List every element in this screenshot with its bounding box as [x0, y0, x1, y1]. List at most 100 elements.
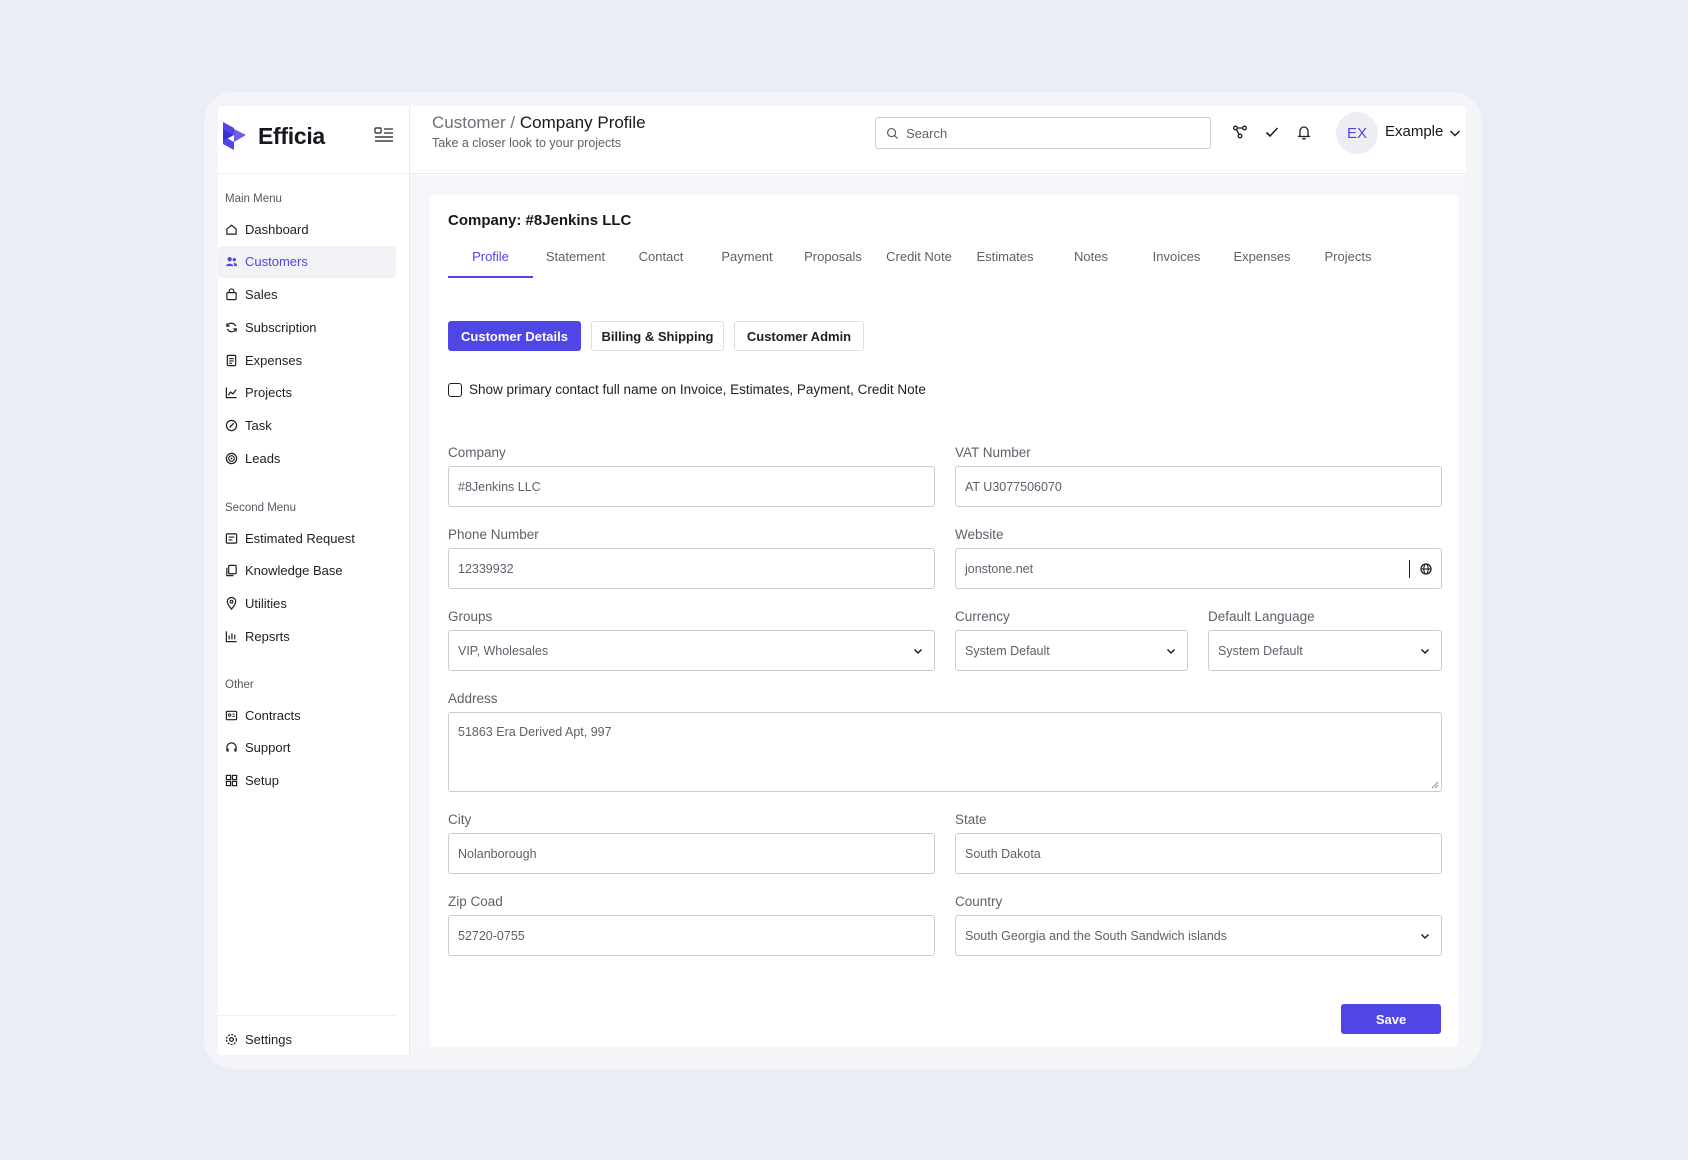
billing-shipping-button[interactable]: Billing & Shipping	[591, 321, 724, 351]
sidebar-item-expenses[interactable]: Expenses	[218, 344, 396, 376]
company-title: Company: #8Jenkins LLC	[448, 212, 632, 229]
sidebar-item-label: Task	[245, 418, 272, 434]
address-textarea[interactable]: 51863 Era Derived Apt, 997	[448, 712, 1442, 792]
second-menu-title: Second Menu	[225, 502, 296, 514]
phone-number-field[interactable]: 12339932	[448, 548, 935, 589]
breadcrumb-current: Company Profile	[519, 113, 646, 132]
efficia-logo-icon	[223, 122, 246, 150]
avatar[interactable]: EX	[1336, 112, 1378, 154]
tab-estimates[interactable]: Estimates	[962, 247, 1048, 278]
state-label: State	[955, 812, 987, 827]
top-header: Customer / Company Profile Take a closer…	[410, 106, 1466, 174]
city-label: City	[448, 812, 472, 827]
city-field[interactable]: Nolanborough	[448, 833, 935, 874]
search-placeholder: Search	[906, 125, 948, 141]
zip-code-field[interactable]: 52720-0755	[448, 915, 935, 956]
globe-icon[interactable]	[1419, 562, 1433, 576]
target-icon	[225, 452, 238, 465]
tab-expenses[interactable]: Expenses	[1219, 247, 1305, 278]
sidebar-item-subscription[interactable]: Subscription	[218, 311, 396, 343]
company-label: Company	[448, 445, 506, 460]
home-icon	[225, 223, 238, 236]
user-name[interactable]: Example	[1385, 123, 1443, 140]
tab-projects[interactable]: Projects	[1305, 247, 1391, 278]
customer-details-button[interactable]: Customer Details	[448, 321, 581, 351]
sidebar-item-knowledge-base[interactable]: Knowledge Base	[218, 555, 396, 587]
sidebar-item-label: Estimated Request	[245, 530, 355, 546]
country-select[interactable]: South Georgia and the South Sandwich isl…	[955, 915, 1442, 956]
sidebar-item-label: Leads	[245, 451, 281, 467]
sidebar-item-leads[interactable]: Leads	[218, 443, 396, 475]
second-menu: Estimated Request Knowledge Base Utiliti…	[218, 522, 396, 653]
tab-contact[interactable]: Contact	[618, 247, 704, 278]
sidebar-item-settings[interactable]: Settings	[218, 1023, 396, 1055]
main-menu-title: Main Menu	[225, 193, 282, 205]
primary-contact-option: Show primary contact full name on Invoic…	[448, 382, 926, 397]
shopping-bag-icon	[225, 288, 238, 301]
brand[interactable]: Efficia	[220, 116, 325, 156]
sidebar-item-customers[interactable]: Customers	[218, 245, 396, 278]
groups-label: Groups	[448, 609, 493, 624]
share-nodes-icon[interactable]	[1231, 123, 1249, 141]
tab-profile[interactable]: Profile	[448, 247, 533, 278]
bell-icon[interactable]	[1295, 123, 1313, 141]
save-button[interactable]: Save	[1341, 1004, 1441, 1034]
search-input[interactable]: Search	[875, 117, 1211, 149]
sidebar-item-label: Support	[245, 740, 291, 756]
refresh-icon	[225, 321, 238, 334]
zip-label: Zip Coad	[448, 894, 503, 909]
country-label: Country	[955, 894, 1003, 909]
website-field[interactable]: jonstone.net	[955, 548, 1442, 589]
divider	[218, 1015, 396, 1016]
sidebar-item-label: Dashboard	[245, 221, 309, 237]
sidebar-item-contracts[interactable]: Contracts	[218, 699, 396, 731]
form-icon	[225, 532, 238, 545]
sidebar-item-sales[interactable]: Sales	[218, 279, 396, 311]
sidebar-toggle-icon[interactable]	[373, 124, 395, 144]
currency-select[interactable]: System Default	[955, 630, 1188, 671]
sidebar-item-estimated-request[interactable]: Estimated Request	[218, 522, 396, 554]
state-field[interactable]: South Dakota	[955, 833, 1442, 874]
main-menu: Dashboard Customers Sales Subscription E…	[218, 213, 396, 475]
pin-icon	[225, 597, 238, 611]
tab-invoices[interactable]: Invoices	[1134, 247, 1219, 278]
company-field[interactable]: #8Jenkins LLC	[448, 466, 935, 507]
website-label: Website	[955, 527, 1004, 542]
sidebar-item-label: Knowledge Base	[245, 563, 343, 579]
tab-proposals[interactable]: Proposals	[790, 247, 876, 278]
divider	[218, 173, 410, 174]
other-menu: Contracts Support Setup	[218, 699, 396, 797]
sidebar-item-support[interactable]: Support	[218, 732, 396, 764]
search-icon	[886, 127, 899, 139]
gear-icon	[225, 1033, 238, 1046]
sidebar-item-label: Sales	[245, 287, 278, 303]
copy-icon	[225, 564, 238, 577]
brand-name: Efficia	[258, 122, 325, 149]
breadcrumb-parent[interactable]: Customer /	[432, 113, 515, 132]
tab-credit-note[interactable]: Credit Note	[876, 247, 962, 278]
sidebar-item-dashboard[interactable]: Dashboard	[218, 213, 396, 245]
sidebar-item-setup[interactable]: Setup	[218, 765, 396, 797]
tab-notes[interactable]: Notes	[1048, 247, 1134, 278]
tab-statement[interactable]: Statement	[533, 247, 618, 278]
check-icon[interactable]	[1263, 123, 1281, 141]
tab-payment[interactable]: Payment	[704, 247, 790, 278]
sidebar: Efficia Main Menu Dashboard Customers Sa…	[218, 106, 410, 1055]
default-language-select[interactable]: System Default	[1208, 630, 1442, 671]
resize-handle-icon[interactable]	[1430, 780, 1439, 789]
checkbox-label: Show primary contact full name on Invoic…	[469, 382, 926, 397]
sidebar-item-label: Expenses	[245, 352, 303, 368]
chevron-down-icon[interactable]	[1447, 125, 1463, 141]
primary-contact-checkbox[interactable]	[448, 382, 462, 397]
sidebar-item-label: Settings	[245, 1031, 292, 1047]
chevron-down-icon	[1166, 648, 1176, 655]
sidebar-item-reports[interactable]: Repsrts	[218, 620, 396, 652]
sidebar-item-projects[interactable]: Projects	[218, 377, 396, 409]
vat-number-field[interactable]: AT U3077506070	[955, 466, 1442, 507]
bar-chart-icon	[225, 630, 238, 643]
groups-select[interactable]: VIP, Wholesales	[448, 630, 935, 671]
company-profile-card: Company: #8Jenkins LLC Profile Statement…	[430, 195, 1458, 1047]
sidebar-item-utilities[interactable]: Utilities	[218, 588, 396, 620]
customer-admin-button[interactable]: Customer Admin	[734, 321, 864, 351]
sidebar-item-task[interactable]: Task	[218, 410, 396, 442]
